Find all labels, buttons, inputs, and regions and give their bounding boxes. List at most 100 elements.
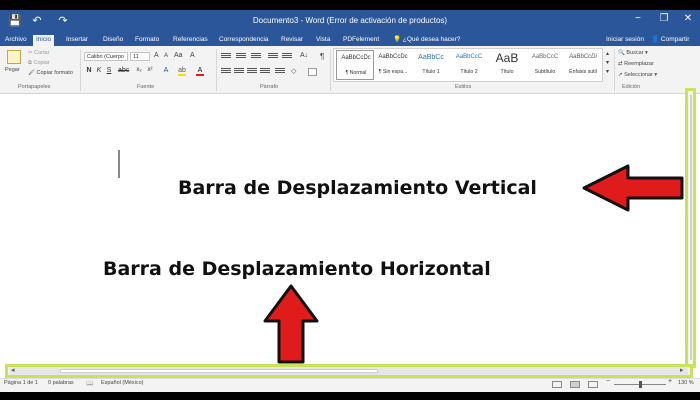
share-label: Compartir	[660, 36, 690, 43]
zoom-slider-handle[interactable]	[639, 381, 642, 388]
font-size-select[interactable]: 11	[130, 52, 150, 61]
tab-pdfelement[interactable]: PDFelement	[340, 35, 382, 46]
share-button[interactable]: 👤 Compartir	[648, 35, 692, 46]
align-center-icon[interactable]	[234, 68, 244, 76]
close-button[interactable]: ✕	[680, 13, 696, 24]
minimize-button[interactable]: −	[630, 13, 646, 24]
subscript-icon[interactable]: x₂	[135, 67, 143, 73]
read-mode-icon[interactable]	[552, 381, 562, 388]
style-name: Énfasis sutil	[569, 69, 597, 75]
tab-referencias[interactable]: Referencias	[170, 35, 211, 46]
lightbulb-icon: 💡	[393, 36, 403, 43]
decrease-indent-icon[interactable]	[268, 53, 278, 61]
word-count[interactable]: 0 palabras	[48, 380, 74, 386]
borders-icon[interactable]	[308, 68, 317, 76]
numbering-icon[interactable]	[236, 53, 246, 61]
sign-in-link[interactable]: Iniciar sesión	[603, 35, 647, 46]
cut-button[interactable]: ✂ Cortar	[28, 50, 49, 56]
language-indicator[interactable]: Español (México)	[101, 380, 144, 386]
proofing-icon[interactable]: 📖	[86, 380, 93, 387]
vertical-scrollbar-caption: Barra de Desplazamiento Vertical	[178, 177, 537, 199]
style-sample: AaBbCcC	[455, 54, 483, 60]
bullets-icon[interactable]	[221, 53, 231, 61]
select-button[interactable]: ➚ Seleccionar ▾	[618, 72, 657, 78]
style-name: ¶ Sin espa...	[378, 69, 408, 75]
style-heading-2[interactable]: AaBbCcC Título 2	[450, 50, 488, 80]
italic-icon[interactable]: K	[95, 67, 103, 74]
paste-icon[interactable]	[7, 50, 21, 64]
tab-formato[interactable]: Formato	[132, 35, 162, 46]
vertical-scrollbar-track[interactable]	[690, 95, 692, 360]
style-subtitle[interactable]: AaBbCcC Subtítulo	[526, 50, 564, 80]
align-right-icon[interactable]	[247, 68, 257, 76]
style-sample: AaBbCcC	[531, 54, 559, 60]
tab-vista[interactable]: Vista	[313, 35, 333, 46]
group-divider	[80, 49, 81, 91]
show-marks-icon[interactable]: ¶	[320, 52, 324, 61]
style-heading-1[interactable]: AaBbCc Título 1	[412, 50, 450, 80]
shading-icon[interactable]: ◇	[291, 67, 296, 75]
zoom-in-button[interactable]: +	[668, 378, 672, 385]
bold-icon[interactable]: N	[85, 67, 93, 74]
zoom-out-button[interactable]: −	[606, 378, 610, 385]
styles-more-icon[interactable]: ▾	[606, 68, 609, 75]
copy-button[interactable]: ⧉ Copiar	[28, 60, 50, 67]
web-layout-icon[interactable]	[588, 381, 598, 388]
clear-format-icon[interactable]: A	[190, 52, 195, 59]
shrink-font-icon[interactable]: A	[164, 53, 168, 59]
grow-font-icon[interactable]: A	[154, 52, 159, 59]
find-button[interactable]: 🔍 Buscar ▾	[618, 50, 648, 56]
tab-correspondencia[interactable]: Correspondencia	[216, 35, 272, 46]
page-count[interactable]: Página 1 de 1	[4, 380, 38, 386]
tell-me-search[interactable]: 💡 ¿Qué desea hacer?	[390, 35, 463, 46]
style-normal[interactable]: AaBbCcDc ¶ Normal	[336, 50, 374, 80]
tab-archivo[interactable]: Archivo	[2, 35, 30, 46]
tab-insertar[interactable]: Insertar	[63, 35, 91, 46]
document-page[interactable]	[0, 95, 700, 368]
tab-diseno[interactable]: Diseño	[100, 35, 126, 46]
restore-button[interactable]: ❐	[656, 13, 672, 24]
horizontal-scrollbar-thumb[interactable]	[60, 369, 378, 373]
style-sample: AaBbCc	[418, 54, 444, 61]
paragraph-group-label: Párrafo	[260, 84, 279, 90]
increase-indent-icon[interactable]	[282, 53, 292, 61]
window-title: Documento3 - Word (Error de activación d…	[252, 16, 448, 25]
copy-label: Copiar	[33, 60, 50, 66]
scroll-left-icon[interactable]: ◂	[11, 366, 15, 374]
align-left-icon[interactable]	[221, 68, 231, 76]
text-cursor	[118, 150, 120, 178]
sort-icon[interactable]: A↓	[300, 52, 308, 59]
style-no-spacing[interactable]: AaBbCcDc ¶ Sin espa...	[374, 50, 412, 80]
text-effects-icon[interactable]: A	[162, 67, 170, 74]
paste-button[interactable]: Pegar	[5, 67, 20, 73]
format-painter-button[interactable]: 🖌 Copiar formato	[28, 70, 73, 76]
style-subtle-emphasis[interactable]: AaBbCcDi Énfasis sutil	[564, 50, 602, 80]
tab-inicio[interactable]: Inicio	[33, 35, 55, 46]
styles-scroll-up-icon[interactable]: ▴	[606, 50, 609, 57]
strikethrough-icon[interactable]: abc	[118, 67, 129, 74]
print-layout-icon[interactable]	[570, 381, 580, 388]
justify-icon[interactable]	[260, 68, 270, 76]
tab-revisar[interactable]: Revisar	[278, 35, 306, 46]
zoom-level[interactable]: 130 %	[678, 380, 694, 386]
font-color-icon[interactable]: A	[196, 67, 204, 76]
clipboard-group-label: Portapapeles	[18, 84, 51, 90]
multilevel-list-icon[interactable]	[251, 53, 261, 61]
format-painter-label: Copiar formato	[36, 70, 73, 76]
change-case-icon[interactable]: Aa	[174, 52, 183, 59]
font-name-select[interactable]: Calibri (Cuerpo	[84, 52, 128, 61]
superscript-icon[interactable]: x²	[146, 67, 154, 73]
title-bar: 💾 ↶ ↷ Documento3 - Word (Error de activa…	[0, 10, 700, 34]
replace-button[interactable]: ⇄ Reemplazar	[618, 61, 654, 67]
tell-me-label: ¿Qué desea hacer?	[402, 36, 461, 43]
group-divider	[216, 49, 217, 91]
styles-gallery: AaBbCcDc ¶ Normal AaBbCcDc ¶ Sin espa...…	[333, 48, 603, 82]
highlight-icon[interactable]: ab	[178, 67, 186, 76]
line-spacing-icon[interactable]	[275, 68, 285, 76]
styles-scroll-down-icon[interactable]: ▾	[606, 59, 609, 66]
style-title[interactable]: AaB Título	[488, 50, 526, 80]
underline-icon[interactable]: S	[105, 67, 113, 74]
style-name: Título	[500, 69, 514, 75]
scroll-right-icon[interactable]: ▸	[680, 366, 684, 374]
style-name: Título 2	[460, 69, 478, 75]
